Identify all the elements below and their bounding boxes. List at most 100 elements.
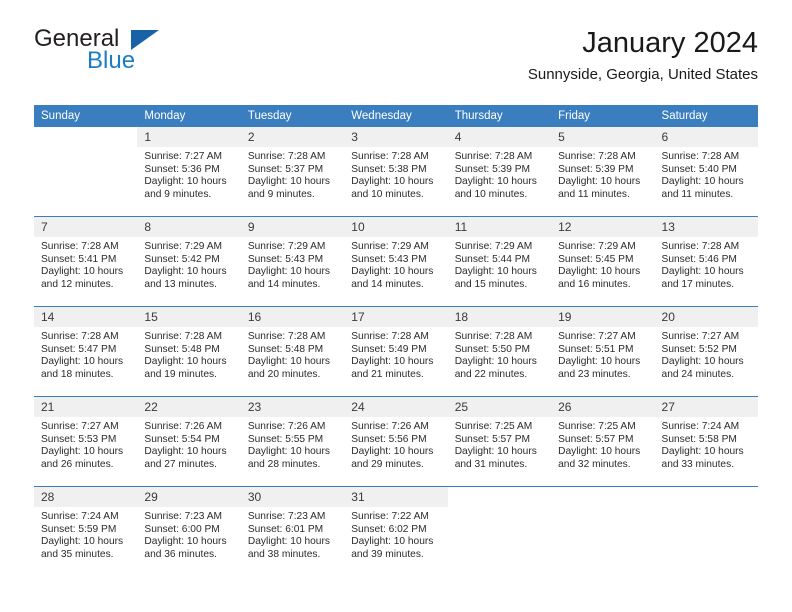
daylight-text: Daylight: 10 hours and 36 minutes. xyxy=(144,536,227,560)
day-number: 22 xyxy=(137,397,241,417)
day-cell[interactable]: 2 Sunrise: 7:28 AM Sunset: 5:37 PM Daylight… xyxy=(240,127,345,217)
day-cell[interactable]: 20 Sunrise: 7:27 AM Sunset: 5:52 PM Dayligh… xyxy=(654,306,758,397)
daylight-text: Daylight: 10 hours and 11 minutes. xyxy=(558,176,641,200)
weekday-header-wednesday: Wednesday xyxy=(344,105,448,127)
day-cell[interactable]: 23 Sunrise: 7:26 AM Sunset: 5:55 PM Dayligh… xyxy=(240,396,345,487)
day-details: Sunrise: 7:28 AM Sunset: 5:46 PM Daylight:… xyxy=(655,237,758,291)
sunset-text: Sunset: 5:39 PM xyxy=(558,163,634,175)
day-cell[interactable]: 15 Sunrise: 7:28 AM Sunset: 5:48 PM Dayligh… xyxy=(137,306,241,397)
calendar-page: General Blue January 2024 Sunnyside, Geo… xyxy=(0,0,792,612)
day-cell-empty xyxy=(447,486,552,576)
day-cell[interactable]: 30 Sunrise: 7:23 AM Sunset: 6:01 PM Dayligh… xyxy=(240,486,345,576)
day-number: 13 xyxy=(654,217,758,237)
daylight-text: Daylight: 10 hours and 39 minutes. xyxy=(351,536,434,560)
day-cell[interactable]: 27 Sunrise: 7:24 AM Sunset: 5:58 PM Dayligh… xyxy=(654,396,758,487)
brand-triangle-icon xyxy=(131,30,159,50)
day-details: Sunrise: 7:29 AM Sunset: 5:42 PM Daylight:… xyxy=(137,237,240,291)
day-details: Sunrise: 7:28 AM Sunset: 5:39 PM Daylight:… xyxy=(551,147,654,201)
day-number: 11 xyxy=(447,217,552,237)
day-details: Sunrise: 7:22 AM Sunset: 6:02 PM Daylight:… xyxy=(344,507,447,561)
daylight-text: Daylight: 10 hours and 12 minutes. xyxy=(41,266,124,290)
daylight-text: Daylight: 10 hours and 38 minutes. xyxy=(247,536,330,560)
day-details: Sunrise: 7:26 AM Sunset: 5:55 PM Daylight:… xyxy=(241,417,344,471)
sunset-text: Sunset: 5:59 PM xyxy=(41,523,117,535)
weekday-header-thursday: Thursday xyxy=(447,105,552,127)
day-cell[interactable]: 7 Sunrise: 7:28 AM Sunset: 5:41 PM Daylight… xyxy=(34,216,138,307)
daylight-text: Daylight: 10 hours and 10 minutes. xyxy=(454,176,537,200)
calendar-week-row: 28 Sunrise: 7:24 AM Sunset: 5:59 PM Dayligh… xyxy=(34,486,758,576)
sunrise-text: Sunrise: 7:27 AM xyxy=(661,331,740,342)
day-cell[interactable]: 1 Sunrise: 7:27 AM Sunset: 5:36 PM Daylight… xyxy=(137,127,241,217)
day-cell-empty xyxy=(34,127,138,217)
calendar-header-row: Sunday Monday Tuesday Wednesday Thursday Frid… xyxy=(34,105,758,127)
sunrise-text: Sunrise: 7:28 AM xyxy=(351,331,429,342)
day-cell[interactable]: 17 Sunrise: 7:28 AM Sunset: 5:49 PM Dayligh… xyxy=(344,306,448,397)
day-cell[interactable]: 22 Sunrise: 7:26 AM Sunset: 5:54 PM Dayligh… xyxy=(137,396,241,487)
day-cell[interactable]: 16 Sunrise: 7:28 AM Sunset: 5:48 PM Dayligh… xyxy=(240,306,345,397)
day-cell[interactable]: 21 Sunrise: 7:27 AM Sunset: 5:53 PM Dayligh… xyxy=(34,396,138,487)
day-number: 7 xyxy=(34,217,138,237)
day-cell[interactable]: 6 Sunrise: 7:28 AM Sunset: 5:40 PM Daylight… xyxy=(654,127,758,217)
day-cell[interactable]: 31 Sunrise: 7:22 AM Sunset: 6:02 PM Dayligh… xyxy=(344,486,448,576)
day-details: Sunrise: 7:28 AM Sunset: 5:37 PM Daylight:… xyxy=(241,147,344,201)
day-details: Sunrise: 7:28 AM Sunset: 5:47 PM Daylight:… xyxy=(34,327,137,381)
daylight-text: Daylight: 10 hours and 14 minutes. xyxy=(351,266,434,290)
daylight-text: Daylight: 10 hours and 11 minutes. xyxy=(661,176,744,200)
day-number xyxy=(654,487,758,507)
day-cell[interactable]: 28 Sunrise: 7:24 AM Sunset: 5:59 PM Dayligh… xyxy=(34,486,138,576)
brand-logo[interactable]: General Blue xyxy=(34,26,274,82)
sunrise-text: Sunrise: 7:25 AM xyxy=(454,421,533,432)
sunset-text: Sunset: 5:57 PM xyxy=(558,433,634,445)
day-details: Sunrise: 7:29 AM Sunset: 5:44 PM Daylight:… xyxy=(448,237,551,291)
sunrise-text: Sunrise: 7:25 AM xyxy=(558,421,636,432)
daylight-text: Daylight: 10 hours and 9 minutes. xyxy=(247,176,330,200)
day-cell[interactable]: 24 Sunrise: 7:26 AM Sunset: 5:56 PM Dayligh… xyxy=(344,396,448,487)
calendar-body: 1 Sunrise: 7:27 AM Sunset: 5:36 PM Daylight… xyxy=(34,127,758,576)
brand-name-blue: Blue xyxy=(87,47,136,74)
day-cell[interactable]: 10 Sunrise: 7:29 AM Sunset: 5:43 PM Dayligh… xyxy=(344,216,448,307)
day-cell[interactable]: 3 Sunrise: 7:28 AM Sunset: 5:38 PM Daylight… xyxy=(344,127,448,217)
weekday-header-monday: Monday xyxy=(137,105,241,127)
calendar-week-row: 14 Sunrise: 7:28 AM Sunset: 5:47 PM Dayligh… xyxy=(34,306,758,397)
sunrise-text: Sunrise: 7:23 AM xyxy=(144,511,223,522)
sunrise-text: Sunrise: 7:28 AM xyxy=(661,151,740,162)
day-details: Sunrise: 7:28 AM Sunset: 5:39 PM Daylight:… xyxy=(448,147,551,201)
daylight-text: Daylight: 10 hours and 23 minutes. xyxy=(558,356,641,380)
day-cell[interactable]: 4 Sunrise: 7:28 AM Sunset: 5:39 PM Daylight… xyxy=(447,127,552,217)
day-cell[interactable]: 18 Sunrise: 7:28 AM Sunset: 5:50 PM Dayligh… xyxy=(447,306,552,397)
day-cell[interactable]: 26 Sunrise: 7:25 AM Sunset: 5:57 PM Dayligh… xyxy=(551,396,655,487)
sunrise-text: Sunrise: 7:28 AM xyxy=(247,151,326,162)
sunrise-text: Sunrise: 7:28 AM xyxy=(144,331,223,342)
day-cell[interactable]: 19 Sunrise: 7:27 AM Sunset: 5:51 PM Dayligh… xyxy=(551,306,655,397)
day-number: 30 xyxy=(240,487,345,507)
day-number xyxy=(551,487,655,507)
day-number: 15 xyxy=(137,307,241,327)
day-cell[interactable]: 29 Sunrise: 7:23 AM Sunset: 6:00 PM Dayligh… xyxy=(137,486,241,576)
day-number: 23 xyxy=(240,397,345,417)
day-cell[interactable]: 8 Sunrise: 7:29 AM Sunset: 5:42 PM Daylight… xyxy=(137,216,241,307)
sunset-text: Sunset: 5:38 PM xyxy=(351,163,427,175)
day-cell[interactable]: 12 Sunrise: 7:29 AM Sunset: 5:45 PM Dayligh… xyxy=(551,216,655,307)
day-cell[interactable]: 11 Sunrise: 7:29 AM Sunset: 5:44 PM Dayligh… xyxy=(447,216,552,307)
title-block: January 2024 Sunnyside, Georgia, United … xyxy=(528,26,758,84)
sunset-text: Sunset: 5:47 PM xyxy=(41,343,117,355)
day-details: Sunrise: 7:28 AM Sunset: 5:48 PM Daylight:… xyxy=(137,327,240,381)
sunrise-text: Sunrise: 7:27 AM xyxy=(41,421,119,432)
daylight-text: Daylight: 10 hours and 20 minutes. xyxy=(247,356,330,380)
page-title: January 2024 xyxy=(582,27,758,59)
sunset-text: Sunset: 5:55 PM xyxy=(247,433,324,445)
day-cell[interactable]: 9 Sunrise: 7:29 AM Sunset: 5:43 PM Daylight… xyxy=(240,216,345,307)
day-cell[interactable]: 25 Sunrise: 7:25 AM Sunset: 5:57 PM Dayligh… xyxy=(447,396,552,487)
day-number: 6 xyxy=(654,127,758,147)
day-cell[interactable]: 5 Sunrise: 7:28 AM Sunset: 5:39 PM Daylight… xyxy=(551,127,655,217)
sunrise-text: Sunrise: 7:29 AM xyxy=(144,241,223,252)
sunrise-text: Sunrise: 7:22 AM xyxy=(351,511,429,522)
sunrise-text: Sunrise: 7:29 AM xyxy=(351,241,429,252)
calendar-table: Sunday Monday Tuesday Wednesday Thursday Frid… xyxy=(34,105,758,576)
day-cell[interactable]: 14 Sunrise: 7:28 AM Sunset: 5:47 PM Dayligh… xyxy=(34,306,138,397)
day-cell[interactable]: 13 Sunrise: 7:28 AM Sunset: 5:46 PM Dayligh… xyxy=(654,216,758,307)
sunset-text: Sunset: 6:02 PM xyxy=(351,523,427,535)
sunrise-text: Sunrise: 7:28 AM xyxy=(351,151,429,162)
sunset-text: Sunset: 5:54 PM xyxy=(144,433,220,445)
sunrise-text: Sunrise: 7:28 AM xyxy=(454,151,533,162)
